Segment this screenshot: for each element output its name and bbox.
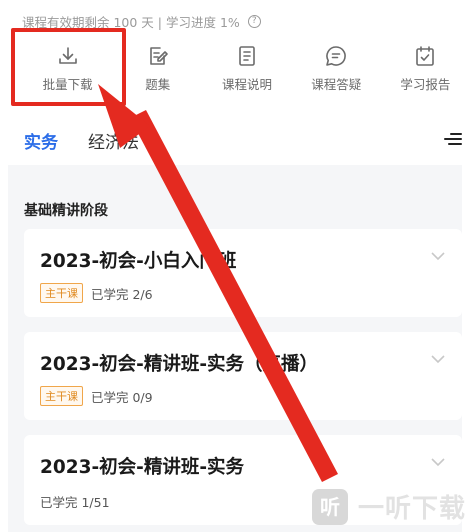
course-progress: 已学完 2/6 (91, 286, 153, 302)
calendar-check-icon (413, 44, 437, 68)
course-title: 2023-初会-小白入门班 (40, 251, 237, 272)
course-progress: 已学完 1/51 (40, 495, 110, 510)
chevron-down-icon[interactable] (430, 457, 446, 467)
tab-practice[interactable]: 实务 (24, 128, 58, 153)
course-title: 2023-初会-精讲班-实务 (40, 457, 245, 478)
study-report-label: 学习报告 (400, 77, 451, 92)
chat-bubble-icon (324, 44, 348, 68)
course-meta: 主干课 已学完 2/6 (40, 283, 153, 303)
subject-tabs: 实务 经济法 (0, 118, 470, 162)
help-icon[interactable]: ? (247, 14, 261, 28)
section-title: 基础精讲阶段 (24, 203, 108, 219)
course-card[interactable]: 2023-初会-精讲班-实务（直播） 主干课 已学完 0/9 (24, 332, 462, 420)
course-card[interactable]: 2023-初会-小白入门班 主干课 已学完 2/6 (24, 229, 462, 317)
course-page: 课程有效期剩余 100 天 | 学习进度 1% ? 批量下载 题集 课程说明 课… (0, 0, 470, 532)
chevron-down-icon[interactable] (430, 354, 446, 364)
course-qa-button[interactable]: 课程答疑 (292, 38, 381, 106)
watermark-text: 一听下载 (358, 494, 467, 524)
tab-economic-law[interactable]: 经济法 (88, 128, 139, 153)
course-list-area: 基础精讲阶段 2023-初会-小白入门班 主干课 已学完 2/6 2023-初会… (8, 165, 462, 532)
highlight-box (11, 28, 126, 106)
main-course-badge: 主干课 (40, 283, 83, 303)
course-description-label: 课程说明 (221, 77, 272, 92)
question-set-label: 题集 (145, 77, 171, 92)
course-description-button[interactable]: 课程说明 (202, 38, 291, 106)
chevron-down-icon[interactable] (430, 251, 446, 261)
question-set-button[interactable]: 题集 (113, 38, 202, 106)
course-progress: 已学完 0/9 (91, 389, 153, 405)
menu-icon[interactable] (442, 130, 462, 150)
watermark-logo: 听 (312, 488, 348, 525)
edit-note-icon (146, 44, 170, 68)
course-title: 2023-初会-精讲班-实务（直播） (40, 354, 319, 375)
main-course-badge: 主干课 (40, 386, 83, 406)
document-icon (235, 44, 259, 68)
course-meta: 主干课 已学完 0/9 (40, 386, 153, 406)
watermark: 听 一听下载 (312, 488, 466, 525)
course-meta: 已学完 1/51 (40, 492, 110, 511)
course-qa-label: 课程答疑 (311, 77, 362, 92)
study-report-button[interactable]: 学习报告 (381, 38, 470, 106)
